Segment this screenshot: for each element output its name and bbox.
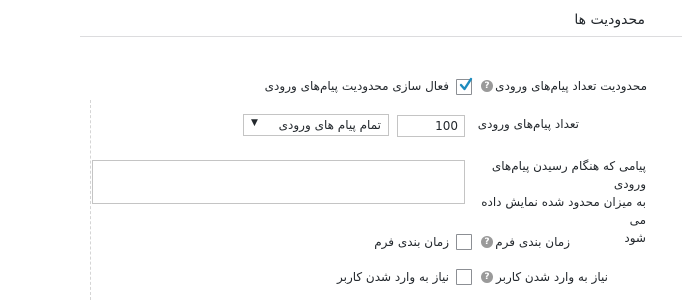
incoming-limit-label: محدودیت تعداد پیام‌های ورودی (495, 79, 647, 93)
incoming-limit-checkbox[interactable] (456, 77, 473, 95)
login-required-checkbox-text: نیاز به وارد شدن کاربر (336, 270, 449, 284)
incoming-count-label: تعداد پیام‌های ورودی (477, 117, 579, 131)
help-icon[interactable]: ? (481, 271, 493, 283)
help-icon[interactable]: ? (481, 80, 493, 92)
incoming-type-select[interactable]: تمام پیام های ورودی ▼ (243, 114, 389, 136)
limit-message-label-line: پیامی که هنگام رسیدن پیام‌های ورودی (491, 159, 646, 191)
help-icon[interactable]: ? (481, 236, 493, 248)
section-divider (80, 36, 682, 37)
section-title: محدودیت ها (574, 12, 645, 28)
check-icon (459, 77, 473, 91)
group-guide-line (90, 100, 91, 300)
limit-message-textarea[interactable] (92, 160, 465, 204)
incoming-count-input[interactable]: 100 (397, 115, 465, 137)
form-schedule-checkbox[interactable] (456, 234, 472, 250)
login-required-label: نیاز به وارد شدن کاربر (495, 270, 608, 284)
form-schedule-checkbox-text: زمان بندی فرم (374, 235, 449, 249)
incoming-limit-checkbox-text: فعال سازی محدودیت پیام‌های ورودی (264, 79, 449, 93)
dropdown-arrow-icon: ▼ (251, 118, 258, 128)
login-required-checkbox[interactable] (456, 269, 472, 285)
form-schedule-label: زمان بندی فرم (495, 235, 570, 249)
limit-message-label: پیامی که هنگام رسیدن پیام‌های ورودی به م… (478, 157, 646, 247)
limit-message-label-line: به میزان محدود شده نمایش داده می (481, 195, 646, 227)
incoming-type-selected: تمام پیام های ورودی (278, 118, 381, 132)
